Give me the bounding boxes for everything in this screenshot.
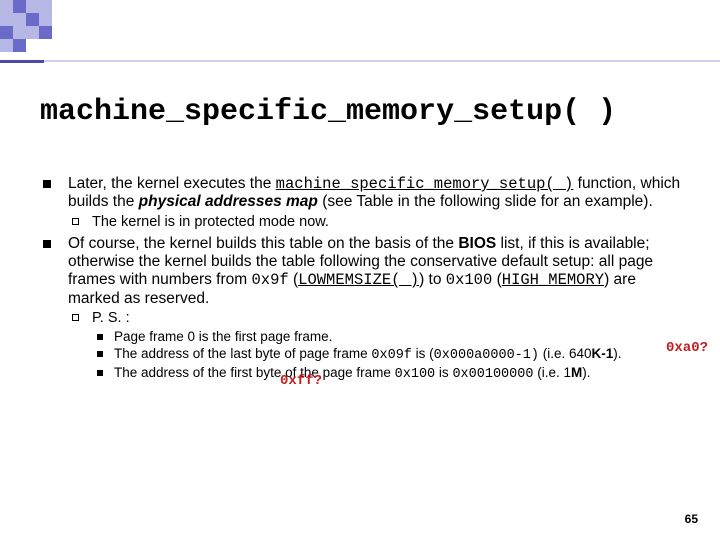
macro-name: HIGH_MEMORY — [502, 271, 604, 289]
hex-value: 0x00100000 — [452, 367, 533, 382]
text: is ( — [412, 346, 434, 361]
annotation-0xa0: 0xa0? — [666, 340, 708, 356]
bullet-1: Later, the kernel executes the machine_s… — [40, 175, 690, 231]
macro-name: LOWMEMSIZE( ) — [298, 271, 419, 289]
hex-value: 0x100 — [395, 367, 436, 382]
ps-item-3: The address of the first byte of the pag… — [92, 365, 690, 383]
title-rule — [0, 60, 720, 62]
bold-text: BIOS — [458, 235, 496, 252]
slide-body: Later, the kernel executes the machine_s… — [40, 175, 690, 387]
ps-item-2: The address of the last byte of page fra… — [92, 346, 690, 364]
text: ( — [289, 271, 298, 288]
text: is — [435, 365, 452, 380]
ps-label: P. S. : — [92, 310, 130, 326]
hex-value: 0x000a0000-1) — [434, 348, 539, 363]
text: The address of the last byte of page fra… — [114, 346, 371, 361]
text: ( — [492, 271, 501, 288]
text: ). — [582, 365, 590, 380]
text: (see Table in the following slide for an… — [318, 193, 653, 210]
text: The kernel is in protected mode now. — [92, 214, 329, 230]
slide-number: 65 — [685, 512, 698, 526]
slide-title: machine_specific_memory_setup( ) — [40, 95, 616, 129]
text: (i.e. 1 — [533, 365, 571, 380]
bold-text: K-1 — [592, 346, 614, 361]
emph-text: physical addresses map — [139, 193, 318, 210]
text: Page frame 0 is the first page frame. — [114, 329, 332, 344]
corner-decoration — [0, 0, 80, 50]
text: ). — [613, 346, 621, 361]
hex-value: 0x100 — [446, 271, 493, 289]
text: The address of the first byte of the pag… — [114, 365, 395, 380]
text: ) to — [419, 271, 446, 288]
bold-text: M — [571, 365, 582, 380]
ps-item-1: Page frame 0 is the first page frame. — [92, 329, 690, 345]
bullet-2: Of course, the kernel builds this table … — [40, 235, 690, 383]
hex-value: 0x09f — [371, 348, 412, 363]
text: Later, the kernel executes the — [68, 175, 276, 192]
text: Of course, the kernel builds this table … — [68, 235, 458, 252]
text: (i.e. 640 — [539, 346, 592, 361]
func-name: machine_specific_memory_setup( ) — [276, 175, 574, 193]
ps-bullet: P. S. : Page frame 0 is the first page f… — [68, 310, 690, 383]
sub-bullet: The kernel is in protected mode now. — [68, 214, 690, 231]
hex-value: 0x9f — [251, 271, 288, 289]
annotation-0xff: 0xff? — [280, 373, 322, 389]
